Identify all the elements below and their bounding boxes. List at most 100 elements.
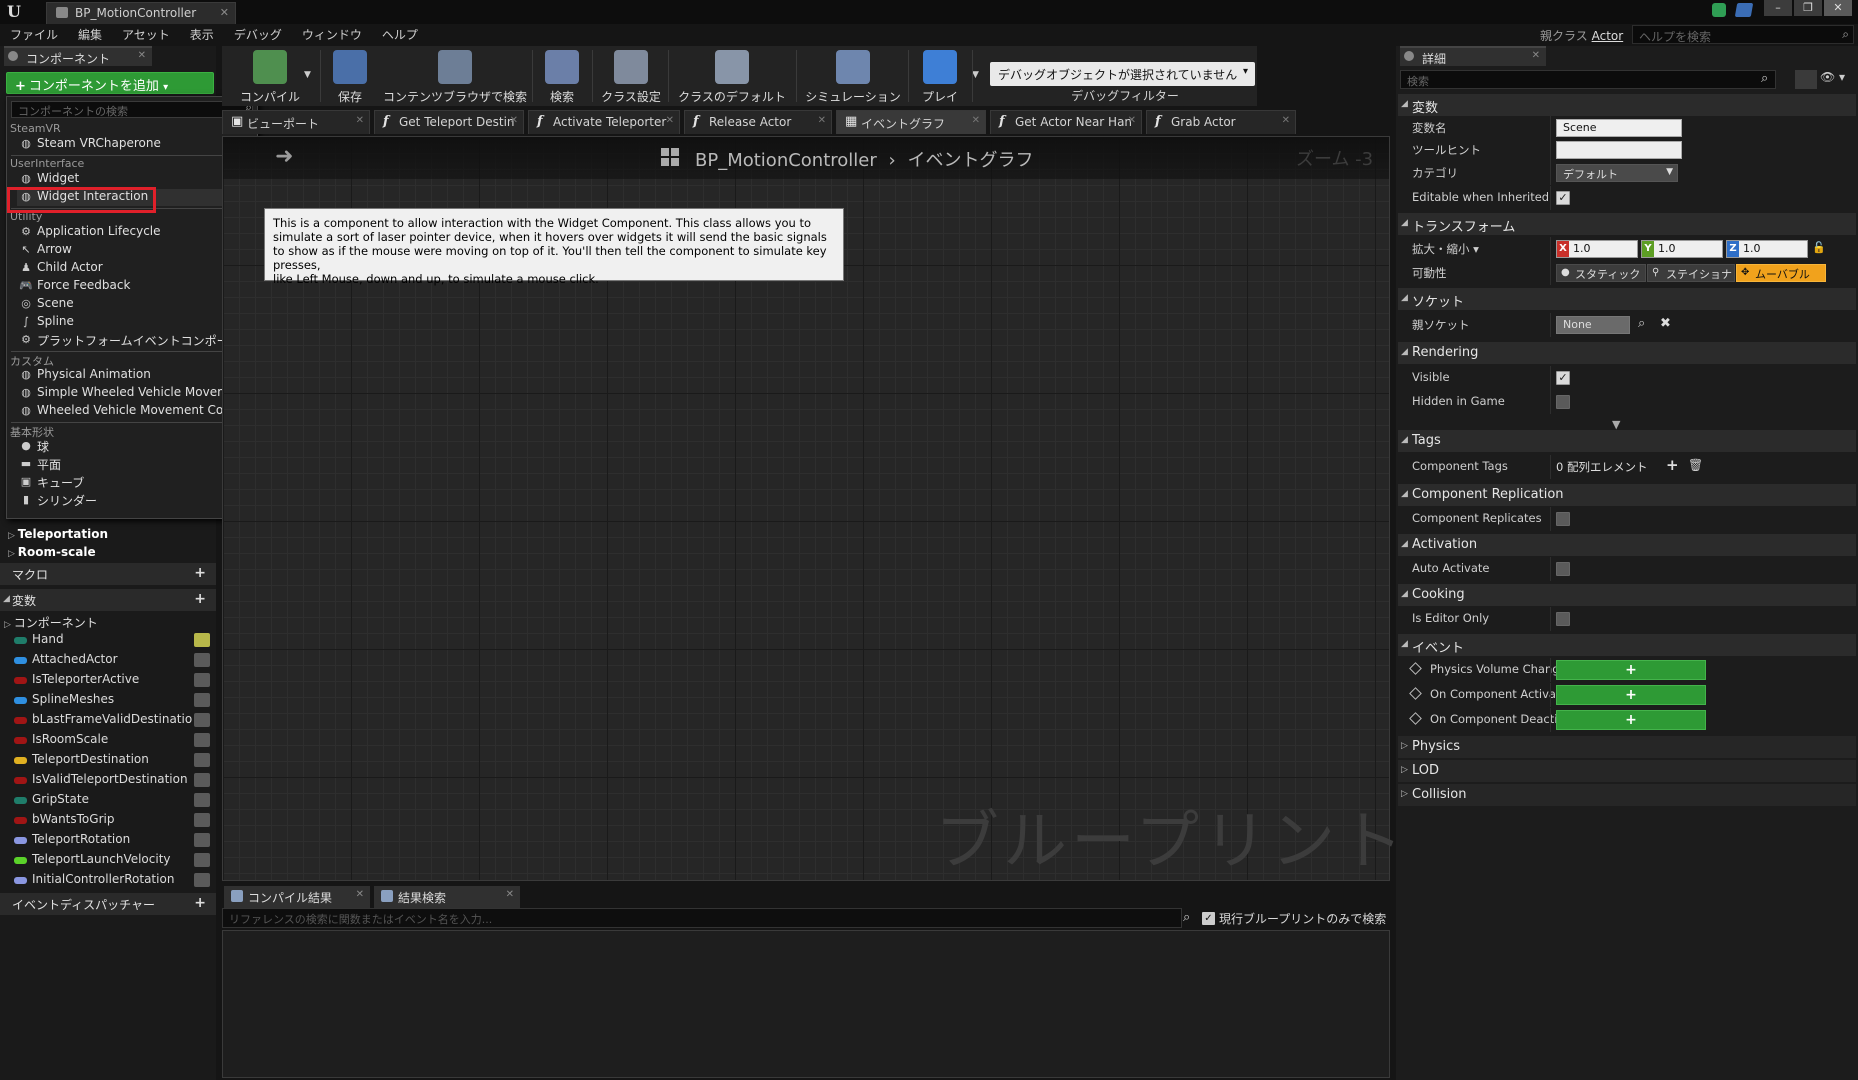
auto-activate-checkbox[interactable] — [1556, 562, 1570, 576]
property-splitter[interactable] — [1550, 161, 1551, 185]
add-event-button[interactable]: + — [1556, 710, 1706, 730]
close-icon[interactable]: ✕ — [818, 115, 826, 126]
visibility-eye-icon[interactable] — [194, 853, 210, 867]
variable-item[interactable]: bLastFrameValidDestinatio — [12, 712, 212, 731]
component-option[interactable]: ● 球 — [17, 438, 249, 455]
close-icon[interactable]: ✕ — [1128, 115, 1136, 126]
component-option[interactable]: ▮ シリンダー — [17, 492, 249, 509]
property-matrix-button[interactable] — [1795, 70, 1817, 89]
category-replication[interactable]: ◢ Component Replication — [1398, 484, 1856, 506]
visibility-eye-icon[interactable] — [194, 673, 210, 687]
current-blueprint-only-checkbox[interactable]: ✓ — [1202, 912, 1215, 925]
property-splitter[interactable] — [1550, 261, 1551, 285]
close-icon[interactable]: ✕ — [356, 889, 364, 900]
save-button[interactable]: 保存 — [326, 46, 374, 106]
component-option[interactable]: ∫ Spline — [17, 314, 249, 331]
add-event-button[interactable]: + — [1556, 660, 1706, 680]
components-tab[interactable]: コンポーネント ✕ — [4, 46, 152, 66]
component-option[interactable]: ◍ Physical Animation — [17, 367, 249, 384]
tab-find-results[interactable]: 結果検索 ✕ — [374, 886, 520, 908]
class-defaults-button[interactable]: クラスのデフォルト — [672, 46, 792, 106]
add-event-button[interactable]: + — [1556, 685, 1706, 705]
property-splitter[interactable] — [1550, 390, 1551, 414]
property-splitter[interactable] — [1550, 138, 1551, 162]
visibility-eye-icon[interactable] — [194, 713, 210, 727]
search-icon[interactable]: ⌕ — [1638, 316, 1645, 331]
add-dispatcher-button[interactable]: + — [194, 895, 206, 911]
close-icon[interactable]: ✕ — [972, 115, 980, 126]
navigate-back-icon[interactable]: ➜ — [275, 144, 293, 169]
search-icon[interactable]: ⌕ — [1842, 27, 1849, 42]
close-icon[interactable]: ✕ — [666, 115, 674, 126]
source-control-icon[interactable] — [1712, 3, 1726, 17]
property-splitter[interactable] — [1550, 455, 1551, 479]
parent-socket-input[interactable]: None — [1556, 316, 1630, 334]
mobility-static-button[interactable]: ● スタティック — [1556, 264, 1646, 282]
category-lod[interactable]: ▷ LOD — [1398, 760, 1856, 782]
tab-compiler-results[interactable]: コンパイル結果 ✕ — [224, 886, 370, 908]
search-icon[interactable]: ⌕ — [1183, 910, 1190, 925]
close-icon[interactable]: ✕ — [1532, 50, 1540, 61]
variable-name-input[interactable]: Scene — [1556, 119, 1682, 137]
variable-item[interactable]: IsRoomScale — [12, 732, 212, 751]
parent-class-link[interactable]: Actor — [1592, 29, 1624, 43]
category-transform[interactable]: ◢ トランスフォーム — [1398, 213, 1856, 235]
graph-tab[interactable]: ▣ ビューポート ✕ — [222, 110, 370, 134]
close-icon[interactable]: ✕ — [356, 115, 364, 126]
view-options-eye-icon[interactable]: 👁 ▾ — [1820, 70, 1854, 89]
tree-item-room-scale[interactable]: ▷ Room-scale — [8, 545, 96, 559]
visibility-eye-icon[interactable] — [194, 833, 210, 847]
search-icon[interactable]: ⌕ — [1761, 71, 1768, 86]
play-options-chevron-icon[interactable]: ▼ — [972, 70, 979, 80]
property-splitter[interactable] — [1550, 237, 1551, 261]
variable-item[interactable]: SplineMeshes — [12, 692, 212, 711]
variable-item[interactable]: GripState — [12, 792, 212, 811]
menu-asset[interactable]: アセット — [122, 26, 170, 43]
document-tab[interactable]: BP_MotionController ✕ — [46, 2, 236, 24]
property-splitter[interactable] — [1550, 313, 1551, 337]
category-variable[interactable]: ◢ 変数 — [1398, 94, 1856, 116]
reference-search-input[interactable]: リファレンスの検索に関数またはイベント名を入力... — [222, 908, 1182, 928]
marketplace-icon[interactable] — [1734, 3, 1754, 17]
add-element-icon[interactable]: + — [1666, 456, 1679, 474]
hidden-in-game-checkbox[interactable] — [1556, 395, 1570, 409]
category-rendering[interactable]: ◢ Rendering — [1398, 342, 1856, 364]
graph-tab[interactable]: f Grab Actor ✕ — [1146, 110, 1296, 134]
menu-file[interactable]: ファイル — [10, 26, 58, 43]
property-splitter[interactable] — [1550, 186, 1551, 210]
visibility-eye-icon[interactable] — [194, 873, 210, 887]
variable-item[interactable]: bWantsToGrip — [12, 812, 212, 831]
add-macro-button[interactable]: + — [194, 565, 206, 581]
graph-tab[interactable]: f Get Actor Near Han ✕ — [990, 110, 1142, 134]
visibility-eye-icon[interactable] — [194, 793, 210, 807]
trash-icon[interactable]: 🗑 — [1688, 458, 1703, 472]
compile-options-chevron-icon[interactable]: ▼ — [304, 70, 311, 80]
menu-view[interactable]: 表示 — [190, 26, 214, 43]
component-option[interactable]: ▬ 平面 — [17, 456, 249, 473]
minimize-button[interactable]: – — [1764, 0, 1792, 16]
component-option[interactable]: ◍ Steam VRChaperone — [17, 136, 249, 153]
property-splitter[interactable] — [1550, 366, 1551, 390]
close-icon[interactable]: ✕ — [220, 6, 229, 19]
is-editor-only-checkbox[interactable] — [1556, 612, 1570, 626]
add-variable-button[interactable]: + — [194, 591, 206, 607]
scale-x-input[interactable]: X 1.0 — [1556, 240, 1638, 258]
close-icon[interactable]: ✕ — [506, 889, 514, 900]
menu-window[interactable]: ウィンドウ — [302, 26, 362, 43]
category-collision[interactable]: ▷ Collision — [1398, 784, 1856, 806]
clear-icon[interactable]: ✖ — [1660, 316, 1671, 331]
component-search-input[interactable]: コンポーネントの検索 — [11, 101, 253, 118]
variable-item[interactable]: TeleportLaunchVelocity — [12, 852, 212, 871]
debug-object-select[interactable]: デバッグオブジェクトが選択されていません ▾ — [990, 62, 1255, 86]
property-splitter[interactable] — [1550, 557, 1551, 581]
variables-header[interactable]: ◢ 変数 + — [0, 589, 216, 611]
lock-icon[interactable]: 🔓 — [1812, 241, 1826, 254]
details-search-input[interactable]: 検索 — [1400, 70, 1776, 89]
category-activation[interactable]: ◢ Activation — [1398, 534, 1856, 556]
event-dispatchers-header[interactable]: イベントディスパッチャー + — [0, 893, 216, 915]
component-option[interactable]: ◍ Widget — [17, 171, 249, 188]
menu-help[interactable]: ヘルプ — [382, 26, 418, 43]
property-splitter[interactable] — [1550, 116, 1551, 140]
graph-tab[interactable]: ▦ イベントグラフ ✕ — [836, 110, 986, 134]
component-option[interactable]: ♟ Child Actor — [17, 260, 249, 277]
